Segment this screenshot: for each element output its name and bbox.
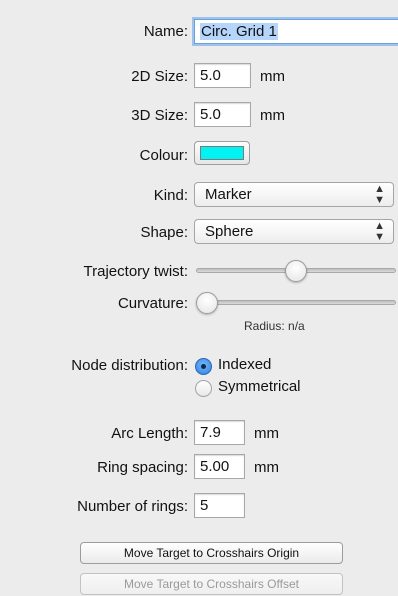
size3d-label: 3D Size:: [131, 107, 188, 124]
kind-value: Marker: [205, 186, 252, 203]
grid-properties-panel: Name: Circ. Grid 1 2D Size: 5.0 mm 3D Si…: [0, 0, 398, 596]
updown-arrows-icon: ▲ ▼: [374, 183, 385, 206]
symmetrical-radio-label[interactable]: Symmetrical: [218, 378, 301, 395]
ring-spacing-field[interactable]: 5.00: [194, 454, 245, 479]
size2d-field[interactable]: 5.0: [194, 63, 251, 88]
size3d-unit: mm: [260, 107, 285, 124]
curvature-label: Curvature:: [117, 295, 188, 312]
symmetrical-radio[interactable]: [195, 380, 212, 397]
size3d-field[interactable]: 5.0: [194, 102, 251, 127]
curvature-slider-track[interactable]: [196, 300, 396, 305]
ring-spacing-label: Ring spacing:: [97, 459, 188, 476]
arc-length-unit: mm: [254, 425, 279, 442]
number-of-rings-label: Number of rings:: [77, 498, 188, 515]
size2d-label: 2D Size:: [131, 68, 188, 85]
colour-swatch: [200, 146, 244, 160]
colour-button[interactable]: [194, 141, 250, 165]
shape-value: Sphere: [205, 223, 254, 240]
colour-label: Colour:: [139, 147, 188, 164]
twist-slider-knob[interactable]: [285, 260, 307, 282]
shape-select[interactable]: Sphere ▲ ▼: [194, 219, 394, 244]
kind-label: Kind:: [153, 187, 188, 204]
kind-select[interactable]: Marker ▲ ▼: [194, 182, 394, 207]
number-of-rings-field[interactable]: 5: [194, 493, 245, 518]
arc-length-label: Arc Length:: [111, 425, 188, 442]
indexed-radio[interactable]: [195, 358, 212, 375]
shape-label: Shape:: [140, 224, 188, 241]
name-label: Name:: [143, 23, 188, 40]
size2d-unit: mm: [260, 68, 285, 85]
move-to-origin-button[interactable]: Move Target to Crosshairs Origin: [80, 542, 343, 564]
move-to-offset-button[interactable]: Move Target to Crosshairs Offset: [80, 573, 343, 595]
twist-label: Trajectory twist:: [83, 263, 188, 280]
curvature-slider-knob[interactable]: [196, 292, 218, 314]
updown-arrows-icon: ▲ ▼: [374, 220, 385, 243]
ring-spacing-unit: mm: [254, 459, 279, 476]
radius-readout: Radius: n/a: [244, 319, 305, 333]
indexed-radio-label[interactable]: Indexed: [218, 356, 271, 373]
node-distribution-label: Node distribution:: [71, 357, 188, 374]
arc-length-field[interactable]: 7.9: [194, 420, 245, 445]
name-value: Circ. Grid 1: [200, 23, 278, 40]
name-field[interactable]: Circ. Grid 1: [194, 19, 398, 44]
